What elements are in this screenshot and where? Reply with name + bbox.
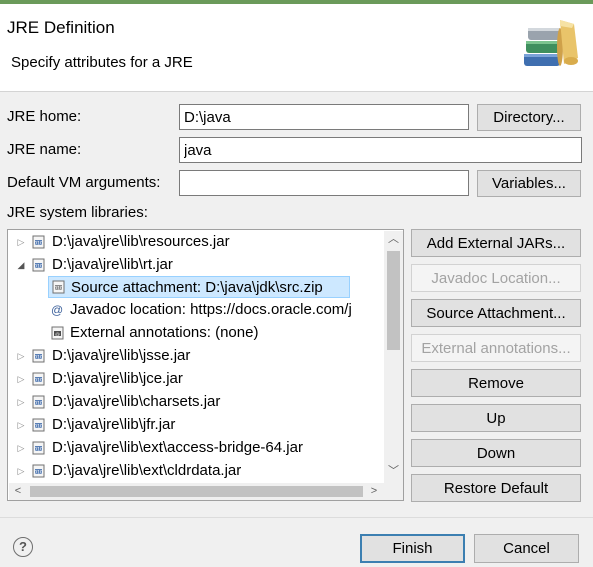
up-button[interactable]: Up [411, 404, 581, 432]
scroll-right-icon[interactable]: > [365, 483, 383, 500]
expand-arrow-icon[interactable]: ▷ [16, 391, 26, 413]
tree-row-charsets-jar[interactable]: ▷ 010 D:\java\jre\lib\charsets.jar [8, 391, 383, 413]
tree-item-label: D:\java\jre\lib\jfr.jar [52, 416, 176, 433]
tree-row-external-annotations[interactable]: @ External annotations: (none) [48, 322, 384, 344]
svg-text:010: 010 [34, 354, 43, 360]
directory-button[interactable]: Directory... [477, 104, 581, 131]
tree-item-label: D:\java\jre\lib\charsets.jar [52, 393, 221, 410]
tree-row-rt-jar[interactable]: ◢ 010 D:\java\jre\lib\rt.jar [8, 254, 383, 276]
tree-row-access-bridge-jar[interactable]: ▷ 010 D:\java\jre\lib\ext\access-bridge-… [8, 437, 383, 459]
dialog-header: JRE Definition Specify attributes for a … [0, 4, 593, 92]
jre-name-label: JRE name: [7, 141, 82, 158]
jre-home-label: JRE home: [7, 108, 82, 125]
scroll-left-icon[interactable]: < [9, 483, 27, 500]
javadoc-icon: @ [51, 303, 64, 317]
svg-text:010: 010 [34, 263, 43, 269]
tree-item-label: Source attachment: D:\java\jdk\src.zip [71, 279, 323, 296]
svg-text:010: 010 [34, 377, 43, 383]
dialog-subtitle: Specify attributes for a JRE [11, 54, 193, 71]
jar-icon: 010 [32, 441, 45, 455]
annotations-icon: @ [51, 326, 64, 340]
tree-item-label: D:\java\jre\lib\rt.jar [52, 256, 173, 273]
svg-text:@: @ [55, 331, 60, 337]
svg-text:010: 010 [34, 240, 43, 246]
expand-arrow-icon[interactable]: ▷ [16, 460, 26, 482]
jre-name-field[interactable] [179, 137, 582, 163]
source-attachment-icon: 010 [52, 280, 65, 294]
restore-default-button[interactable]: Restore Default [411, 474, 581, 502]
expand-arrow-icon[interactable]: ▷ [16, 345, 26, 367]
tree-item-label: D:\java\jre\lib\jce.jar [52, 370, 183, 387]
tree-item-label: External annotations: (none) [70, 324, 259, 341]
svg-text:010: 010 [34, 469, 43, 475]
collapse-arrow-icon[interactable]: ◢ [16, 254, 26, 276]
external-annotations-button[interactable]: External annotations... [411, 334, 581, 362]
tree-item-label: D:\java\jre\lib\ext\access-bridge-64.jar [52, 439, 303, 456]
vertical-scroll-thumb[interactable] [387, 251, 400, 350]
tree-item-label: D:\java\jre\lib\jsse.jar [52, 347, 191, 364]
tree-row-jce-jar[interactable]: ▷ 010 D:\java\jre\lib\jce.jar [8, 368, 383, 390]
tree-item-label: Javadoc location: https://docs.oracle.co… [70, 301, 352, 318]
jre-home-field[interactable] [179, 104, 469, 130]
down-button[interactable]: Down [411, 439, 581, 467]
svg-text:010: 010 [34, 400, 43, 406]
jar-icon: 010 [32, 349, 45, 363]
footer-separator [0, 517, 593, 518]
variables-button[interactable]: Variables... [477, 170, 581, 197]
remove-button[interactable]: Remove [411, 369, 581, 397]
libraries-tree[interactable]: ▷ 010 D:\java\jre\lib\resources.jar ◢ 01… [7, 229, 404, 501]
expand-arrow-icon[interactable]: ▷ [16, 231, 26, 253]
jre-books-icon [524, 20, 578, 66]
scroll-down-icon[interactable]: ﹀ [384, 463, 403, 480]
finish-button[interactable]: Finish [360, 534, 465, 563]
jar-icon: 010 [32, 258, 45, 272]
vm-arguments-field[interactable] [179, 170, 469, 196]
jar-icon: 010 [32, 235, 45, 249]
expand-arrow-icon[interactable]: ▷ [16, 414, 26, 436]
expand-arrow-icon[interactable]: ▷ [16, 368, 26, 390]
dialog-title: JRE Definition [7, 18, 115, 37]
source-attachment-button[interactable]: Source Attachment... [411, 299, 581, 327]
svg-text:010: 010 [34, 423, 43, 429]
svg-text:010: 010 [54, 285, 63, 291]
tree-row-cldrdata-jar[interactable]: ▷ 010 D:\java\jre\lib\ext\cldrdata.jar [8, 460, 383, 482]
cancel-button[interactable]: Cancel [474, 534, 579, 563]
javadoc-location-button[interactable]: Javadoc Location... [411, 264, 581, 292]
scroll-up-icon[interactable]: ︿ [384, 231, 403, 248]
expand-arrow-icon[interactable]: ▷ [16, 437, 26, 459]
system-libraries-label: JRE system libraries: [7, 204, 148, 221]
tree-item-label: D:\java\jre\lib\resources.jar [52, 233, 230, 250]
tree-row-jfr-jar[interactable]: ▷ 010 D:\java\jre\lib\jfr.jar [8, 414, 383, 436]
vertical-scrollbar[interactable]: ︿ ﹀ [384, 231, 403, 483]
tree-row-javadoc-location[interactable]: @ Javadoc location: https://docs.oracle.… [48, 299, 384, 321]
horizontal-scroll-thumb[interactable] [30, 486, 363, 497]
tree-item-label: D:\java\jre\lib\ext\cldrdata.jar [52, 462, 242, 479]
jar-icon: 010 [32, 464, 45, 478]
scroll-corner [384, 483, 403, 500]
help-icon[interactable]: ? [13, 537, 33, 557]
vm-arguments-label: Default VM arguments: [7, 174, 161, 191]
horizontal-scrollbar[interactable]: < > [9, 483, 384, 500]
jar-icon: 010 [32, 395, 45, 409]
add-external-jars-button[interactable]: Add External JARs... [411, 229, 581, 257]
jar-icon: 010 [32, 418, 45, 432]
tree-row-source-attachment[interactable]: 010 Source attachment: D:\java\jdk\src.z… [48, 276, 350, 298]
jar-icon: 010 [32, 372, 45, 386]
tree-row-jsse-jar[interactable]: ▷ 010 D:\java\jre\lib\jsse.jar [8, 345, 383, 367]
tree-row-resources-jar[interactable]: ▷ 010 D:\java\jre\lib\resources.jar [8, 231, 383, 253]
svg-text:010: 010 [34, 446, 43, 452]
